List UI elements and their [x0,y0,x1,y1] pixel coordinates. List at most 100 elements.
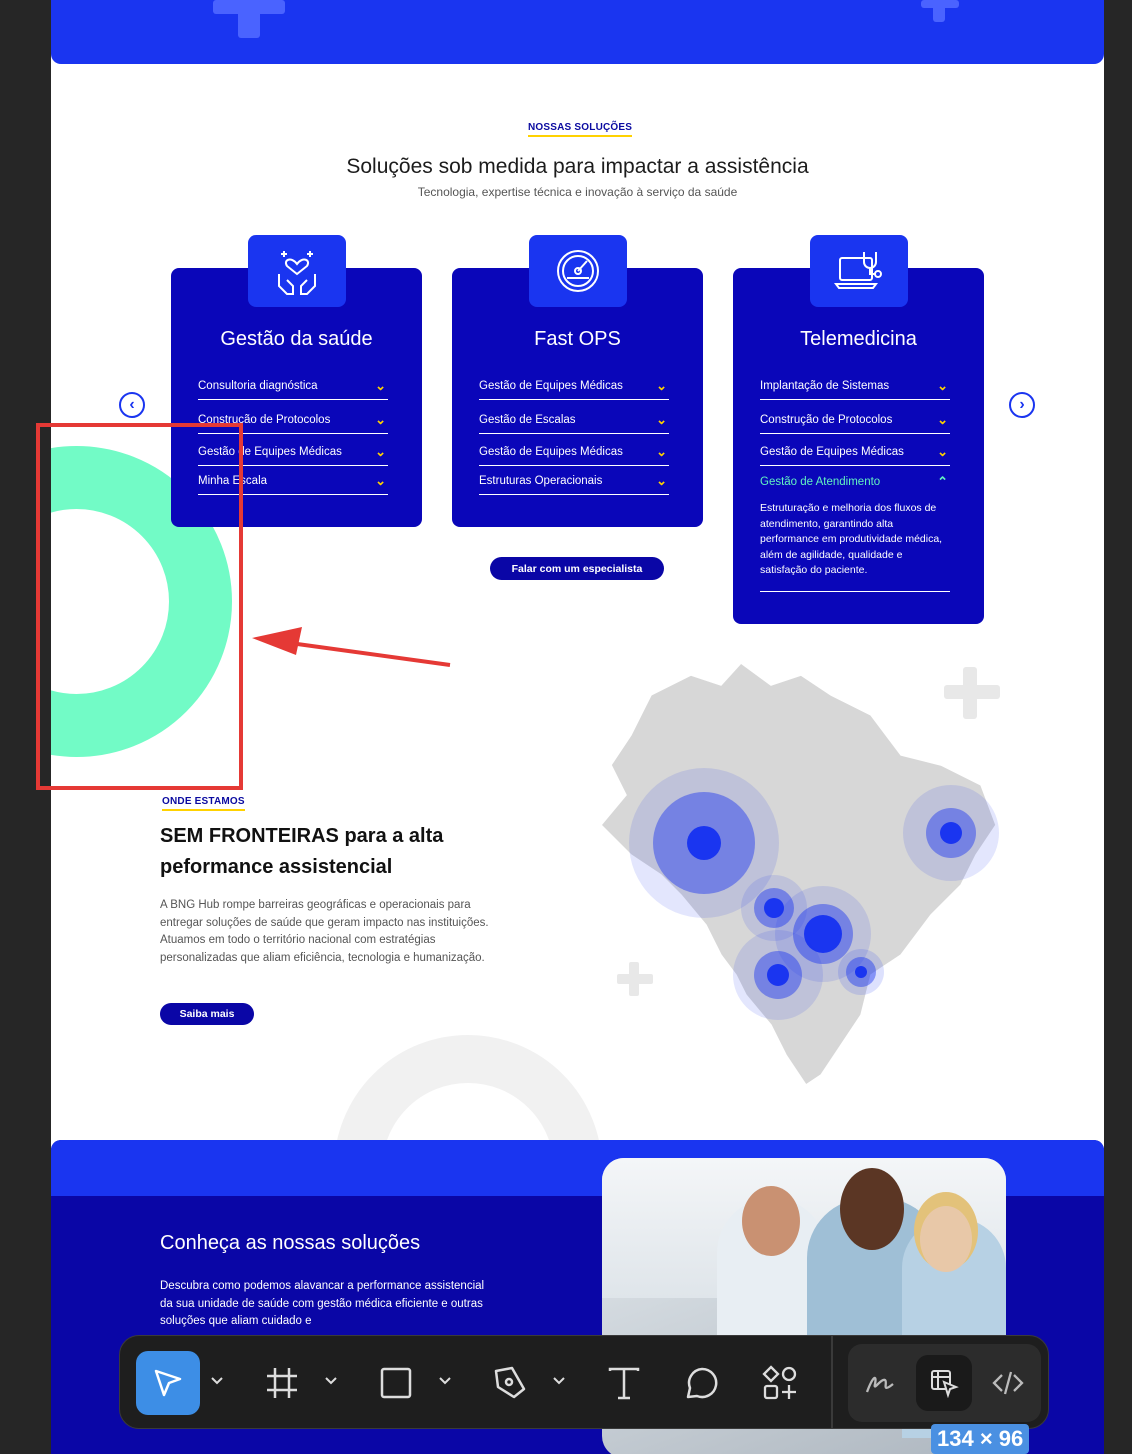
bottom-paragraph: Descubra como podemos alavancar a perfor… [160,1280,485,1327]
chevron-down-icon: ⌄ [375,412,386,427]
toolbar-divider [831,1336,833,1428]
accordion-item[interactable]: Implantação de Sistemas ⌄ [760,376,950,400]
chevron-down-icon[interactable] [324,1374,338,1388]
location-title-line1: SEM FRONTEIRAS para a alta [160,825,444,847]
speedometer-icon [557,250,599,292]
carousel-prev-button[interactable]: ‹ [119,392,145,418]
bottom-title: Conheça as nossas soluções [160,1232,421,1254]
item-label: Gestão de Equipes Médicas [479,446,623,458]
chevron-down-icon: ⌄ [375,378,386,393]
chevron-down-icon: ⌄ [656,378,667,393]
move-tool[interactable] [136,1351,200,1415]
rectangle-tool[interactable] [364,1351,428,1415]
item-label: Gestão de Atendimento [760,476,881,488]
assets-tool[interactable] [748,1351,812,1415]
laptop-stethoscope-icon [834,252,882,289]
cursor-arrow-icon [154,1369,182,1397]
canvas-background-right [1104,0,1132,1454]
item-label: Estruturas Operacionais [479,475,603,487]
card-title: Fast OPS [534,328,621,350]
selection-size-badge: 134 × 96 [931,1424,1030,1454]
frame-tool[interactable] [250,1351,314,1415]
card-title: Telemedicina [800,328,917,350]
chevron-right-icon: › [1019,396,1025,413]
hero-bottom-band [51,0,1104,64]
item-label: Implantação de Sistemas [760,380,890,392]
chevron-down-icon: ⌄ [937,378,948,393]
item-label: Gestão de Equipes Médicas [760,446,904,458]
draw-mode[interactable] [848,1351,912,1415]
accordion-item[interactable]: Estruturas Operacionais ⌄ [479,471,669,495]
location-marker [940,822,962,844]
heart-hands-icon [278,251,316,295]
item-label: Gestão de Escalas [479,414,576,426]
accordion-item[interactable]: Gestão de Equipes Médicas ⌄ [760,442,950,466]
accordion-divider [760,591,950,592]
code-brackets-icon [992,1371,1024,1395]
design-mode[interactable] [916,1355,972,1411]
chevron-down-icon[interactable] [438,1374,452,1388]
card-icon-box [810,235,908,307]
chevron-down-icon: ⌄ [656,412,667,427]
design-toolbar [119,1335,1049,1429]
accordion-item[interactable]: Construção de Protocolos ⌄ [760,410,950,434]
rectangle-icon [380,1367,412,1399]
chevron-down-icon: ⌄ [656,473,667,488]
annotation-highlight-box [36,423,243,790]
comment-bubble-icon [686,1367,718,1399]
location-paragraph: A BNG Hub rompe barreiras geográficas e … [160,899,489,964]
accordion-item[interactable]: Gestão de Equipes Médicas ⌄ [479,442,669,466]
chevron-down-icon[interactable] [210,1374,224,1388]
talk-to-specialist-button[interactable]: Falar com um especialista [490,557,664,580]
frame-icon [267,1368,297,1398]
chevron-up-icon: ⌃ [937,474,948,489]
location-title-line2: peformance assistencial [160,856,393,878]
design-cursor-icon [931,1370,959,1398]
chevron-down-icon: ⌄ [375,444,386,459]
location-marker [767,964,789,986]
location-marker [687,826,721,860]
plus-decor-icon [617,962,653,996]
design-canvas: NOSSAS SOLUÇÕES Soluções sob medida para… [0,0,1132,1454]
mode-switcher [848,1344,1041,1422]
item-label: Consultoria diagnóstica [198,380,318,392]
plus-decor-icon [933,0,945,22]
card-icon-box [529,235,627,307]
text-icon [608,1367,640,1400]
card-icon-box [248,235,346,307]
chevron-down-icon[interactable] [552,1374,566,1388]
scribble-icon [865,1376,894,1393]
location-marker [855,966,867,978]
chevron-down-icon: ⌄ [937,412,948,427]
accordion-item-active[interactable]: Gestão de Atendimento ⌃ [760,472,950,496]
chevron-down-icon: ⌄ [375,473,386,488]
accordion-item[interactable]: Consultoria diagnóstica ⌄ [198,376,388,400]
brazil-map [599,661,999,1087]
solutions-subtitle: Tecnologia, expertise técnica e inovação… [417,185,738,199]
comment-tool[interactable] [670,1351,734,1415]
carousel-next-button[interactable]: › [1009,392,1035,418]
pen-icon [494,1366,526,1399]
item-label: Gestão de Equipes Médicas [479,380,623,392]
accordion-item[interactable]: Gestão de Escalas ⌄ [479,410,669,434]
solution-card-telemedicina: Telemedicina Implantação de Sistemas ⌄ Co… [733,235,984,624]
chevron-left-icon: ‹ [129,396,135,413]
chevron-down-icon: ⌄ [937,444,948,459]
location-eyebrow: ONDE ESTAMOS [162,796,245,811]
dev-mode[interactable] [976,1351,1040,1415]
item-label: Construção de Protocolos [760,414,893,426]
accordion-item[interactable]: Gestão de Equipes Médicas ⌄ [479,376,669,400]
solutions-title: Soluções sob medida para impactar a assi… [346,155,809,178]
pen-tool[interactable] [478,1351,542,1415]
solution-card-fast-ops: Fast OPS Gestão de Equipes Médicas ⌄ Gest… [452,235,703,527]
text-tool[interactable] [592,1351,656,1415]
shapes-plus-icon [762,1365,797,1400]
chevron-down-icon: ⌄ [656,444,667,459]
annotation-arrow [252,627,451,667]
accordion-description: Estruturação e melhoria dos fluxos de at… [760,502,943,576]
plus-decor-icon [944,667,1000,719]
learn-more-button[interactable]: Saiba mais [160,1003,254,1025]
plus-decor-icon [238,0,260,38]
solutions-eyebrow: NOSSAS SOLUÇÕES [528,122,633,137]
card-title: Gestão da saúde [220,328,373,350]
